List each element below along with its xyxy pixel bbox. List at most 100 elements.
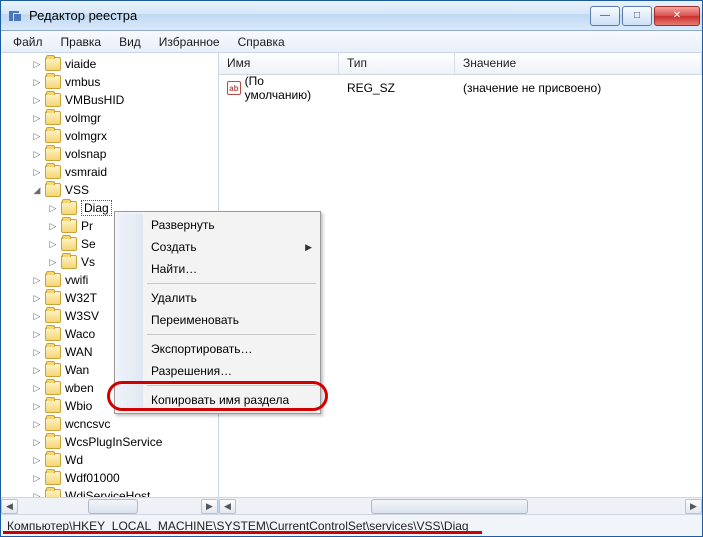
menu-help[interactable]: Справка — [230, 33, 293, 51]
tree-hscroll[interactable]: ◀ ▶ — [1, 497, 218, 514]
tree-node[interactable]: ◢ VSS — [1, 181, 218, 199]
tree-node[interactable]: ▷volmgr — [1, 109, 218, 127]
maximize-button[interactable]: □ — [622, 6, 652, 26]
expand-icon[interactable]: ▷ — [31, 310, 43, 322]
expand-icon[interactable]: ▷ — [47, 238, 59, 250]
scroll-left-icon[interactable]: ◀ — [1, 499, 18, 514]
column-name[interactable]: Имя — [219, 53, 339, 74]
tree-label: WdiServiceHost — [65, 489, 150, 497]
tree-node[interactable]: ▷Wd — [1, 451, 218, 469]
tree-label: wben — [65, 381, 94, 395]
ctx-permissions[interactable]: Разрешения… — [117, 360, 318, 382]
context-menu: Развернуть Создать▶ Найти… Удалить Переи… — [114, 211, 321, 414]
expand-icon[interactable]: ▷ — [31, 364, 43, 376]
menu-edit[interactable]: Правка — [53, 33, 110, 51]
ctx-rename[interactable]: Переименовать — [117, 309, 318, 331]
ctx-new[interactable]: Создать▶ — [117, 236, 318, 258]
folder-icon — [61, 255, 77, 269]
expand-icon[interactable]: ▷ — [31, 130, 43, 142]
expand-icon[interactable]: ▷ — [31, 274, 43, 286]
tree-node[interactable]: ▷viaide — [1, 55, 218, 73]
annotation-underline — [3, 531, 482, 534]
expand-icon[interactable]: ▷ — [31, 76, 43, 88]
folder-icon — [45, 309, 61, 323]
expand-icon[interactable]: ▷ — [31, 58, 43, 70]
expand-icon[interactable]: ▷ — [31, 472, 43, 484]
tree-label: Waco — [65, 327, 95, 341]
expand-icon[interactable]: ▷ — [31, 418, 43, 430]
menubar: Файл Правка Вид Избранное Справка — [1, 31, 702, 53]
folder-icon — [45, 381, 61, 395]
value-data: (значение не присвоено) — [455, 81, 702, 95]
tree-label: Pr — [81, 219, 93, 233]
expand-icon[interactable]: ▷ — [31, 400, 43, 412]
list-row[interactable]: ab (По умолчанию) REG_SZ (значение не пр… — [219, 79, 702, 97]
registry-editor-window: Редактор реестра — □ ✕ Файл Правка Вид И… — [0, 0, 703, 537]
tree-label: volmgrx — [65, 129, 107, 143]
expand-icon[interactable]: ▷ — [31, 328, 43, 340]
scroll-left-icon[interactable]: ◀ — [219, 499, 236, 514]
tree-node[interactable]: ▷ WdiServiceHost — [1, 487, 218, 497]
tree-node[interactable]: ▷WcsPlugInService — [1, 433, 218, 451]
minimize-button[interactable]: — — [590, 6, 620, 26]
list-hscroll[interactable]: ◀ ▶ — [219, 497, 702, 514]
column-type[interactable]: Тип — [339, 53, 455, 74]
expand-icon[interactable]: ▷ — [47, 256, 59, 268]
expand-icon[interactable]: ▷ — [31, 112, 43, 124]
tree-label: W32T — [65, 291, 97, 305]
tree-label: Diag — [81, 200, 112, 216]
tree-label: vwifi — [65, 273, 88, 287]
tree-node[interactable]: ▷vmbus — [1, 73, 218, 91]
folder-icon — [45, 111, 61, 125]
expand-icon[interactable]: ▷ — [31, 292, 43, 304]
folder-icon — [45, 93, 61, 107]
tree-node[interactable]: ▷Wdf01000 — [1, 469, 218, 487]
tree-node[interactable]: ▷vsmraid — [1, 163, 218, 181]
separator — [147, 385, 316, 386]
ctx-copy-key[interactable]: Копировать имя раздела — [117, 389, 318, 411]
expand-icon[interactable]: ▷ — [31, 94, 43, 106]
menu-favorites[interactable]: Избранное — [151, 33, 228, 51]
close-button[interactable]: ✕ — [654, 6, 700, 26]
tree-node[interactable]: ▷volsnap — [1, 145, 218, 163]
folder-icon — [45, 489, 61, 497]
scroll-track[interactable] — [19, 499, 200, 514]
folder-icon — [45, 291, 61, 305]
scroll-right-icon[interactable]: ▶ — [685, 499, 702, 514]
expand-icon[interactable]: ◢ — [31, 184, 43, 196]
scroll-track[interactable] — [237, 499, 684, 514]
tree-label: VMBusHID — [65, 93, 124, 107]
expand-icon[interactable]: ▷ — [31, 166, 43, 178]
expand-icon[interactable]: ▷ — [31, 382, 43, 394]
ctx-export[interactable]: Экспортировать… — [117, 338, 318, 360]
value-name: (По умолчанию) — [245, 74, 331, 102]
folder-icon — [61, 219, 77, 233]
tree-label: WAN — [65, 345, 93, 359]
ctx-expand[interactable]: Развернуть — [117, 214, 318, 236]
folder-icon — [45, 471, 61, 485]
titlebar: Редактор реестра — □ ✕ — [1, 1, 702, 31]
separator — [147, 283, 316, 284]
tree-node[interactable]: ▷ volmgrx — [1, 127, 218, 145]
expand-icon[interactable]: ▷ — [31, 436, 43, 448]
tree-label: Se — [81, 237, 96, 251]
menu-view[interactable]: Вид — [111, 33, 149, 51]
tree-node[interactable]: ▷ VMBusHID — [1, 91, 218, 109]
expand-icon[interactable]: ▷ — [47, 220, 59, 232]
expand-icon[interactable]: ▷ — [31, 454, 43, 466]
ctx-delete[interactable]: Удалить — [117, 287, 318, 309]
ctx-find[interactable]: Найти… — [117, 258, 318, 280]
folder-icon — [45, 327, 61, 341]
expand-icon[interactable]: ▷ — [31, 148, 43, 160]
column-value[interactable]: Значение — [455, 53, 702, 74]
tree-node[interactable]: ▷wcncsvc — [1, 415, 218, 433]
value-type: REG_SZ — [339, 81, 455, 95]
tree-label: VSS — [65, 183, 89, 197]
expand-icon[interactable]: ▷ — [31, 346, 43, 358]
folder-icon — [45, 147, 61, 161]
expand-icon[interactable]: ▷ — [47, 202, 59, 214]
scroll-right-icon[interactable]: ▶ — [201, 499, 218, 514]
menu-file[interactable]: Файл — [5, 33, 51, 51]
folder-icon — [45, 165, 61, 179]
expand-icon[interactable]: ▷ — [31, 490, 43, 497]
